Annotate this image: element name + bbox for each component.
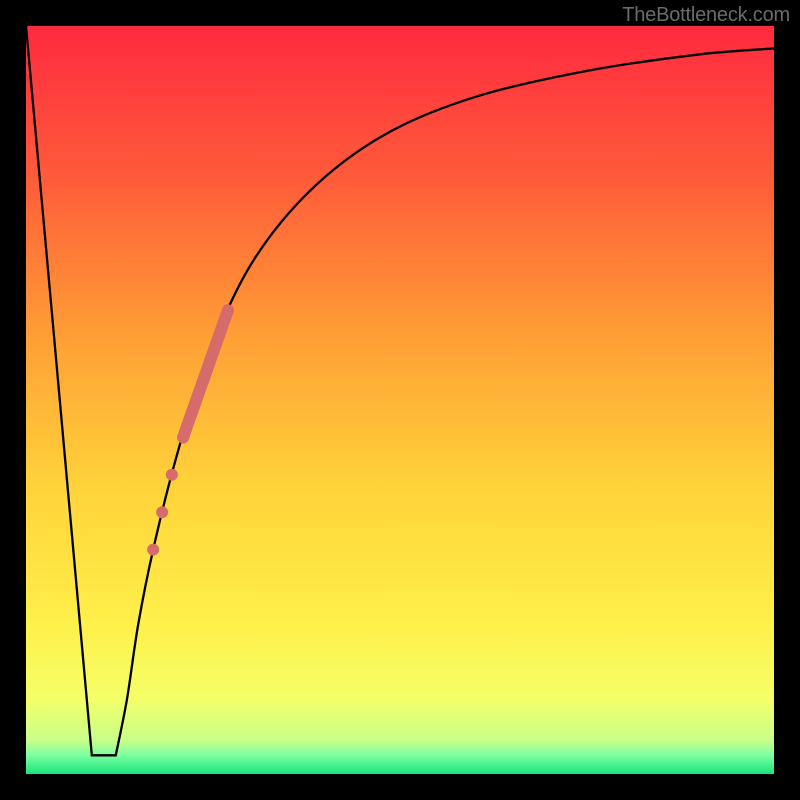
highlight-dot bbox=[166, 469, 178, 481]
highlight-segment-cap-bottom bbox=[177, 431, 189, 443]
bottleneck-curve-path bbox=[26, 26, 774, 755]
attribution-label: TheBottleneck.com bbox=[622, 4, 790, 27]
plot-area bbox=[26, 26, 774, 774]
highlight-segment-cap-top bbox=[222, 304, 234, 316]
bottleneck-curve bbox=[26, 26, 774, 774]
highlight-dot bbox=[156, 506, 168, 518]
chart-frame: TheBottleneck.com bbox=[0, 0, 800, 800]
highlight-dot bbox=[147, 544, 159, 556]
highlight-segment bbox=[183, 310, 228, 437]
highlight-dots bbox=[147, 469, 178, 556]
